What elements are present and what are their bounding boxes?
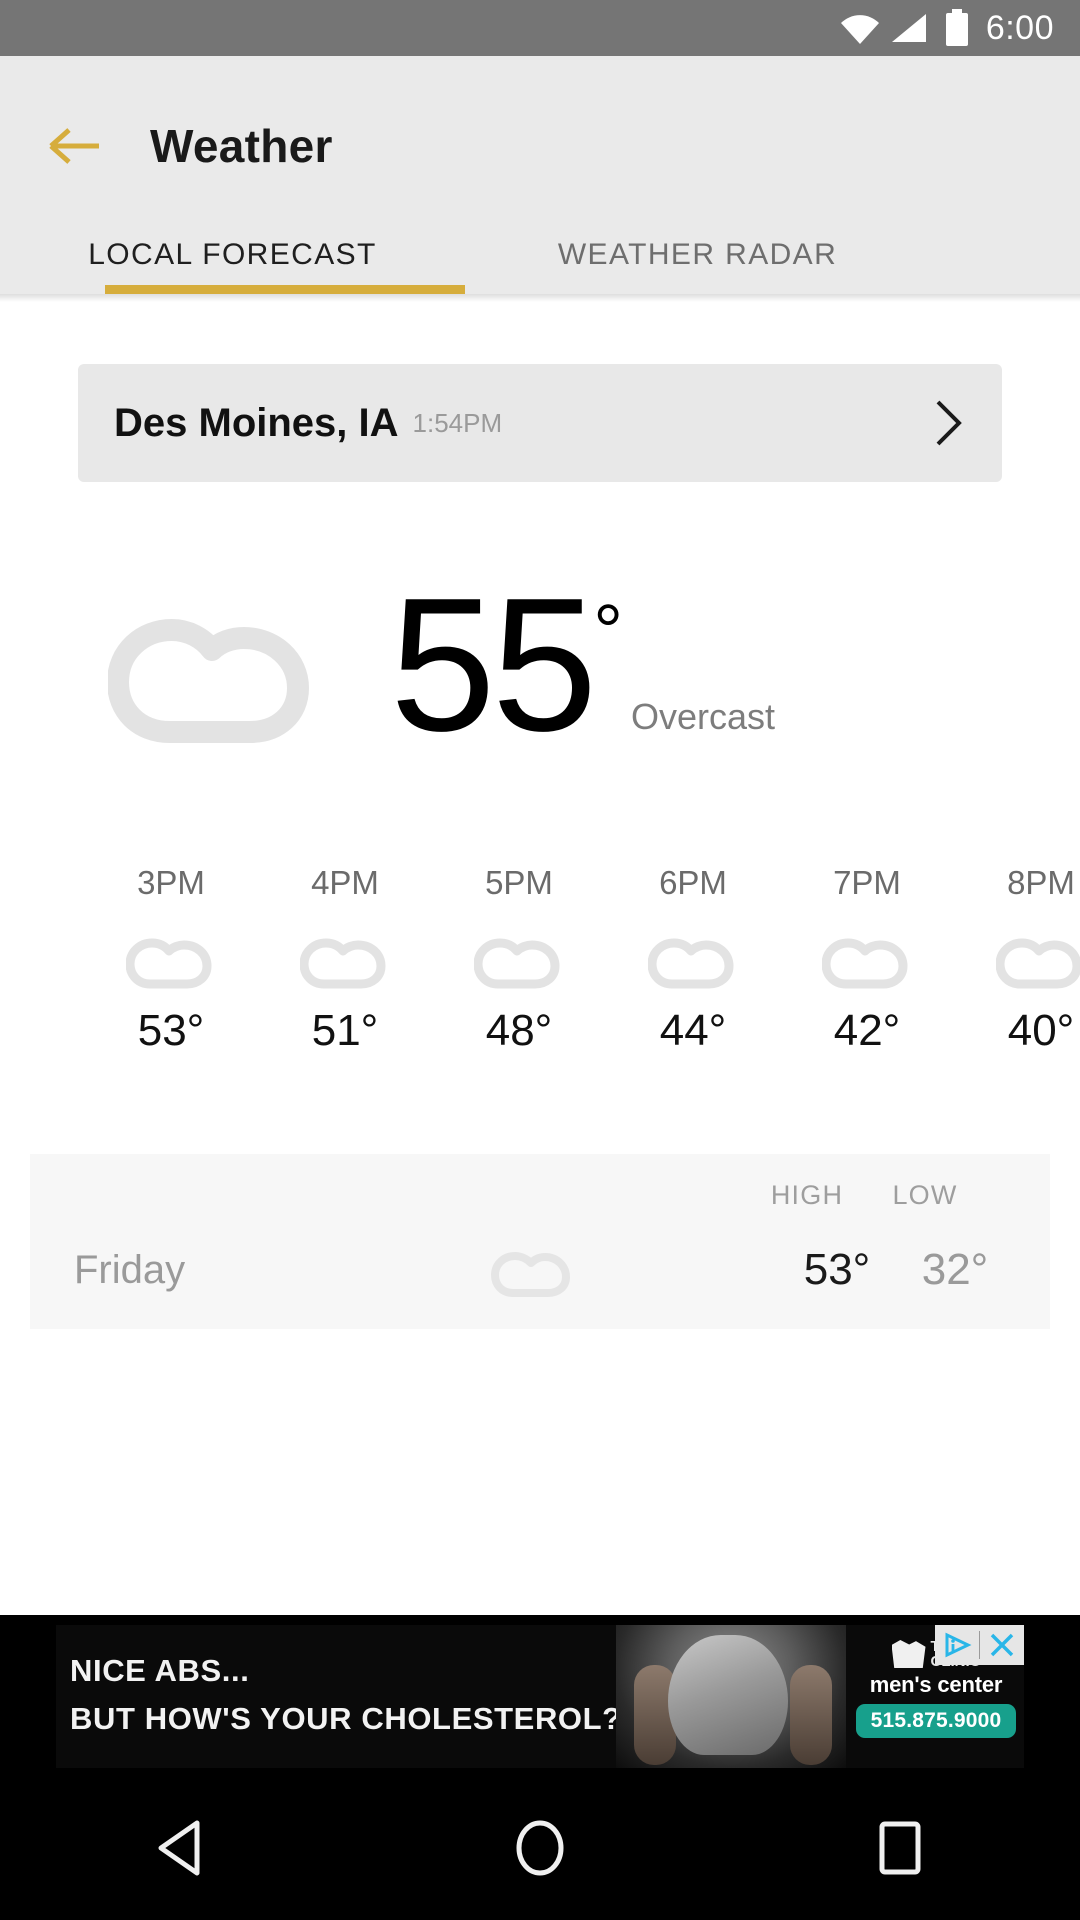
home-circle-icon: [512, 1818, 568, 1883]
weather-app-screen: 6:00 Weather LOCAL FORECAST WEATHER RADA…: [0, 0, 1080, 1920]
location-local-time: 1:54PM: [412, 407, 503, 438]
status-clock: 6:00: [985, 8, 1054, 47]
hour-label: 3PM: [137, 864, 205, 901]
table-row[interactable]: Friday 53° 32°: [30, 1211, 1050, 1329]
column-header-high: HIGH: [770, 1180, 844, 1210]
current-temperature-group: 55 ° Overcast: [390, 559, 775, 772]
back-triangle-icon: [153, 1819, 207, 1882]
location-name: Des Moines, IA: [114, 400, 399, 445]
ad-photo-torso: [668, 1635, 788, 1755]
current-condition-text: Overcast: [630, 695, 775, 737]
status-bar: 6:00: [0, 0, 1080, 56]
degree-symbol: °: [593, 589, 623, 673]
ad-photo-arm-right: [790, 1665, 832, 1765]
recents-square-icon: [875, 1819, 925, 1882]
daily-forecast-header: HIGH LOW: [30, 1154, 1050, 1211]
ad-controls: [935, 1625, 1024, 1665]
arrow-left-icon: [47, 126, 103, 166]
cloud-icon: [780, 928, 954, 990]
column-header-low: LOW: [892, 1180, 958, 1210]
ad-phone-badge[interactable]: 515.875.9000: [856, 1704, 1016, 1738]
tab-weather-radar[interactable]: WEATHER RADAR: [465, 238, 930, 294]
battery-icon: [944, 9, 970, 47]
day-low-temp: 32°: [921, 1245, 989, 1294]
cloud-icon: [84, 928, 258, 990]
hour-temperature: 40°: [1007, 1006, 1075, 1055]
nav-recents-button[interactable]: [720, 1819, 1080, 1882]
ad-banner[interactable]: NICE ABS... BUT HOW'S YOUR CHOLESTEROL? …: [0, 1615, 1080, 1780]
ad-content[interactable]: NICE ABS... BUT HOW'S YOUR CHOLESTEROL? …: [56, 1625, 1024, 1768]
ad-photo: [616, 1625, 846, 1768]
app-bar: Weather LOCAL FORECAST WEATHER RADAR: [0, 56, 1080, 294]
hourly-item[interactable]: 6PM 44°: [606, 864, 780, 1056]
clinic-logo-icon: [891, 1640, 926, 1668]
cloud-icon: [258, 928, 432, 990]
hour-label: 8PM: [1007, 864, 1075, 901]
location-card[interactable]: Des Moines, IA 1:54PM: [78, 364, 1002, 482]
close-icon[interactable]: [980, 1625, 1024, 1665]
hourly-item[interactable]: 8PM 40°: [954, 864, 1080, 1056]
tab-selected-indicator: [105, 285, 465, 294]
cell-signal-icon: [890, 13, 928, 43]
adchoices-icon[interactable]: [935, 1625, 979, 1665]
hour-temperature: 44°: [659, 1006, 727, 1055]
hourly-item[interactable]: 3PM 53°: [84, 864, 258, 1056]
back-button[interactable]: [0, 126, 150, 166]
chevron-right-icon: [932, 399, 966, 447]
app-bar-top-row: Weather: [0, 96, 1080, 196]
ad-headline: NICE ABS... BUT HOW'S YOUR CHOLESTEROL?: [70, 1647, 622, 1743]
cloud-icon: [954, 928, 1080, 990]
day-high-temp: 53°: [803, 1245, 871, 1294]
page-title: Weather: [150, 120, 333, 172]
nav-back-button[interactable]: [0, 1819, 360, 1882]
ad-headline-line-2: BUT HOW'S YOUR CHOLESTEROL?: [70, 1701, 622, 1737]
hour-temperature: 42°: [833, 1006, 901, 1055]
tab-bar: LOCAL FORECAST WEATHER RADAR: [0, 196, 1080, 294]
nav-home-button[interactable]: [360, 1818, 720, 1883]
android-nav-bar: [0, 1780, 1080, 1920]
hour-temperature: 51°: [311, 1006, 379, 1055]
hour-label: 5PM: [485, 864, 553, 901]
wifi-icon: [840, 15, 879, 44]
app-bar-shadow: [0, 294, 1080, 302]
ad-brand-subtitle: men's center: [869, 1672, 1003, 1697]
hour-label: 6PM: [659, 864, 727, 901]
current-conditions: 55 ° Overcast: [0, 559, 1080, 772]
hour-label: 4PM: [311, 864, 379, 901]
cloud-icon: [432, 928, 606, 990]
cloud-icon: [107, 586, 328, 746]
hour-temperature: 48°: [485, 1006, 553, 1055]
daily-forecast-list: HIGH LOW Friday 53° 32°: [30, 1154, 1050, 1329]
hour-label: 7PM: [833, 864, 901, 901]
ad-headline-line-1: NICE ABS...: [70, 1653, 250, 1688]
cloud-icon: [606, 928, 780, 990]
day-name: Friday: [74, 1247, 186, 1292]
hourly-item[interactable]: 7PM 42°: [780, 864, 954, 1056]
hour-temperature: 53°: [137, 1006, 205, 1055]
hourly-item[interactable]: 4PM 51°: [258, 864, 432, 1056]
hourly-item[interactable]: 5PM 48°: [432, 864, 606, 1056]
cloud-icon: [474, 1241, 594, 1299]
current-temperature: 55: [390, 559, 597, 772]
hourly-forecast-strip[interactable]: 3PM 53° 4PM 51° 5PM 48° 6PM 44° 7PM 42° …: [0, 864, 1080, 1056]
